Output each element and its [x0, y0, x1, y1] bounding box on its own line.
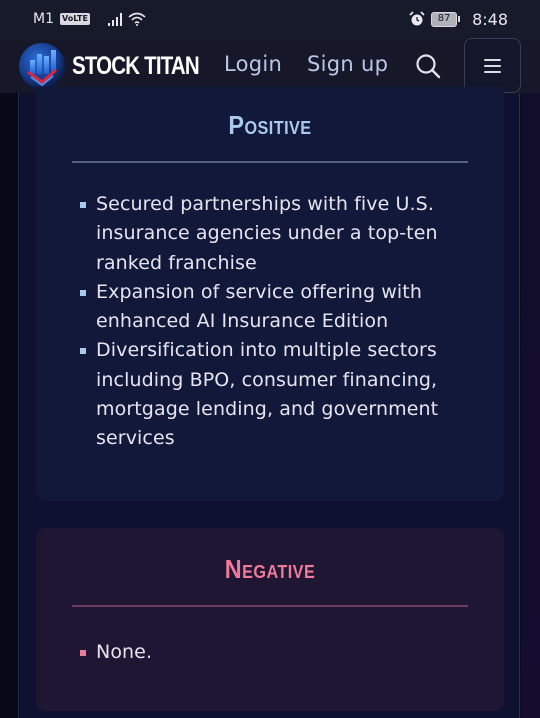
- bullet-square-icon: [80, 202, 86, 208]
- negative-card: Negative None.: [36, 528, 504, 711]
- bullet-square-icon: [80, 289, 86, 296]
- alarm-icon: [409, 11, 425, 26]
- list-item: Secured partnerships with five U.S. insu…: [80, 190, 470, 278]
- carrier-label: M1: [33, 11, 54, 27]
- list-item: None.: [80, 638, 470, 667]
- page-background-left: [0, 93, 18, 718]
- status-left: M1 VoLTE: [33, 11, 146, 27]
- brand-name[interactable]: STOCK TITAN: [72, 52, 200, 81]
- battery-level: 87: [431, 11, 458, 27]
- bullet-square-icon: [80, 650, 86, 656]
- volte-badge: VoLTE: [60, 13, 90, 25]
- list-item: Expansion of service offering with enhan…: [80, 278, 470, 337]
- menu-button[interactable]: [464, 38, 521, 93]
- status-bar: M1 VoLTE 87 8:48: [0, 0, 540, 38]
- list-item-text: None.: [96, 641, 153, 663]
- site-header: STOCK TITAN Login Sign up: [0, 38, 540, 93]
- positive-divider: [72, 161, 468, 163]
- list-item-text: Secured partnerships with five U.S. insu…: [96, 193, 438, 274]
- signal-icon: [107, 12, 122, 26]
- wifi-icon: [128, 12, 146, 26]
- negative-list: None.: [80, 638, 470, 667]
- list-item-text: Diversification into multiple sectors in…: [96, 339, 439, 450]
- content-panel: Positive Secured partnerships with five …: [18, 87, 520, 718]
- positive-list: Secured partnerships with five U.S. insu…: [80, 190, 470, 454]
- list-item-text: Expansion of service offering with enhan…: [96, 280, 422, 333]
- negative-title: Negative: [224, 554, 316, 584]
- clock: 8:48: [472, 9, 508, 29]
- negative-divider: [72, 605, 468, 607]
- search-icon[interactable]: [414, 52, 442, 80]
- battery-icon: 87: [431, 11, 461, 27]
- hamburger-menu-icon: [484, 58, 501, 73]
- signup-link[interactable]: Sign up: [307, 52, 388, 76]
- page-background-right: [521, 93, 540, 718]
- status-right: 87 8:48: [409, 10, 508, 29]
- bullet-square-icon: [80, 348, 86, 355]
- logo-icon[interactable]: [18, 42, 66, 90]
- positive-card: Positive Secured partnerships with five …: [36, 87, 504, 501]
- list-item: Diversification into multiple sectors in…: [80, 336, 470, 453]
- login-link[interactable]: Login: [224, 52, 282, 76]
- positive-title: Positive: [228, 110, 312, 140]
